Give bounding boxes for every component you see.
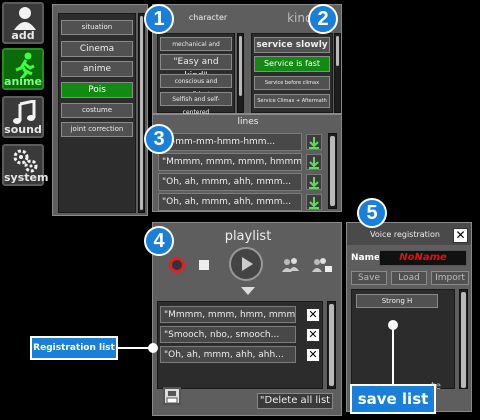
save-disk-icon[interactable] [163, 387, 181, 405]
download-icon[interactable] [306, 174, 322, 190]
playlist-panel: playlist "Mmmm, mmm, hmm, mmm, ri... ✕ "… [152, 222, 342, 416]
close-icon[interactable]: ✕ [306, 348, 320, 362]
save-list-callout: save list [350, 384, 436, 414]
annotation-badge-2: 2 [308, 4, 338, 34]
category-anime[interactable]: anime [61, 61, 133, 77]
sidebar-system-label: system [4, 171, 49, 184]
character-title: character [188, 13, 228, 22]
sidebar-system-button[interactable]: system [2, 144, 49, 186]
load-button[interactable]: Load [391, 271, 427, 285]
sidebar-add-button[interactable]: add [2, 2, 44, 44]
chevron-down-icon [241, 287, 255, 295]
callout-dot [388, 320, 398, 330]
registration-list: Strong H [351, 289, 455, 389]
download-icon[interactable] [306, 154, 322, 170]
stop-button[interactable] [199, 260, 209, 270]
category-list: situation Cinema anime Pois costume join… [58, 13, 136, 213]
sidebar-sound-label: sound [4, 123, 42, 136]
playlist-title: playlist [224, 229, 272, 244]
character-option[interactable]: mechanical and emotionless [160, 37, 232, 61]
sidebar-sound-button[interactable]: sound [2, 96, 44, 138]
character-scrollbar[interactable] [237, 33, 244, 113]
kinds-option[interactable]: Service before climax [254, 76, 330, 90]
close-icon[interactable]: ✕ [306, 308, 320, 322]
character-option[interactable]: conscious and confident [160, 74, 232, 98]
kinds-list: service slowly Service is fast Service b… [251, 33, 333, 113]
kinds-option[interactable]: service slowly [254, 37, 330, 53]
callout-dot [148, 343, 158, 353]
registration-list-callout: Registration list [30, 336, 118, 360]
lines-item[interactable]: "Oh, ah, mmm, ahh, mmm... [158, 173, 302, 191]
category-panel: situation Cinema anime Pois costume join… [52, 4, 148, 216]
sidebar-add-label: add [11, 29, 35, 42]
lines-title: lines [237, 117, 259, 127]
download-icon[interactable] [306, 194, 322, 210]
sidebar-anime-button[interactable]: anime [2, 48, 44, 90]
download-icon[interactable] [306, 134, 322, 150]
character-option[interactable]: Selfish and self-centered [160, 92, 232, 116]
playlist-item[interactable]: "Mmmm, mmm, hmm, mmm, ri... [160, 306, 296, 323]
callout-line [392, 326, 394, 384]
people-icon[interactable] [281, 257, 301, 273]
character-list: mechanical and emotionless "Easy and kin… [157, 33, 235, 116]
play-button[interactable] [229, 247, 263, 281]
category-situation[interactable]: situation [61, 20, 133, 35]
category-costume[interactable]: costume [61, 103, 133, 118]
character-option[interactable]: "Easy and kind" [160, 54, 232, 81]
person-add-icon [14, 7, 36, 30]
sidebar-anime-label: anime [4, 75, 42, 88]
save-button[interactable]: Save [351, 271, 387, 285]
category-pois[interactable]: Pois [61, 82, 133, 98]
name-label: Name [351, 253, 381, 263]
delete-all-list-button[interactable]: "Delete all list [257, 393, 333, 409]
callout-line [118, 347, 152, 349]
kinds-option[interactable]: Service is fast [254, 56, 330, 72]
registration-scrollbar[interactable] [459, 289, 468, 389]
annotation-badge-3: 3 [144, 124, 174, 154]
people-remove-icon[interactable] [311, 257, 333, 273]
lines-item[interactable]: "R-mm-mm-hmm-hmm... [158, 133, 302, 151]
kinds-option[interactable]: Service Climax + Aftermath [254, 94, 330, 108]
name-field[interactable]: NoName [379, 250, 467, 266]
category-cinema[interactable]: Cinema [61, 41, 133, 57]
import-button[interactable]: Import [431, 271, 469, 285]
voice-registration-title: Voice registration [370, 230, 440, 239]
playlist-item[interactable]: "Oh, ah, mmm, ahh, ahh... [160, 346, 296, 363]
playlist-item[interactable]: "Smooch, nbo,, smooch... [160, 326, 296, 343]
close-icon[interactable]: ✕ [306, 328, 320, 342]
record-button[interactable] [169, 257, 185, 273]
close-icon[interactable]: ✕ [453, 228, 468, 243]
registration-entry[interactable]: Strong H [356, 294, 438, 308]
annotation-badge-5: 5 [357, 198, 387, 228]
kinds-scrollbar[interactable] [334, 33, 341, 113]
playlist-scrollbar[interactable] [327, 301, 336, 389]
lines-panel: lines "R-mm-mm-hmm-hmm... "Mmmm, mmm, mm… [152, 114, 342, 212]
annotation-badge-1: 1 [144, 4, 174, 34]
play-icon [242, 257, 253, 271]
lines-item[interactable]: "Oh, ah, mmm, ahh, mmm... [158, 193, 302, 211]
category-scrollbar[interactable] [138, 13, 145, 213]
annotation-badge-4: 4 [144, 226, 174, 256]
lines-item[interactable]: "Mmmm, mmm, mmm, hmmm... [158, 153, 302, 171]
category-joint-correction[interactable]: joint correction [61, 122, 133, 137]
lines-scrollbar[interactable] [328, 133, 337, 209]
playlist-list: "Mmmm, mmm, hmm, mmm, ri... ✕ "Smooch, n… [157, 301, 323, 389]
